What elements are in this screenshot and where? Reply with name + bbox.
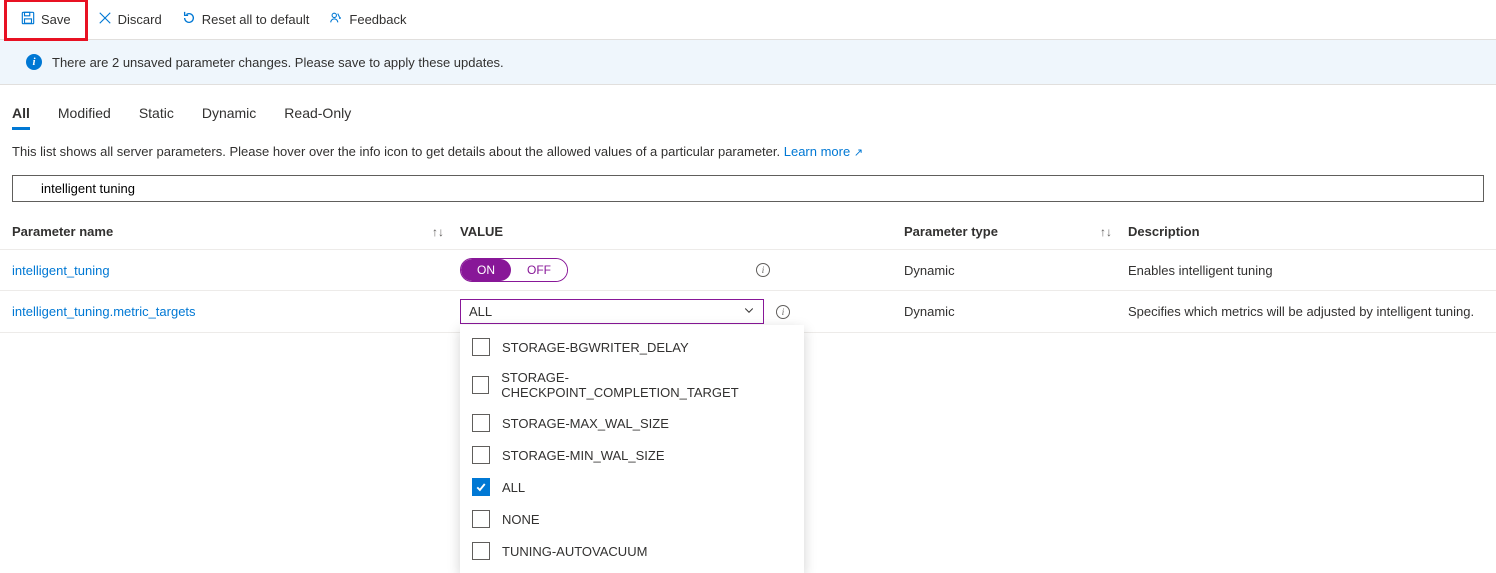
dropdown-option[interactable]: STORAGE-MIN_WAL_SIZE (460, 439, 804, 471)
header-value-label: VALUE (460, 224, 503, 239)
dropdown-option-label: STORAGE-MAX_WAL_SIZE (502, 416, 669, 431)
subtext-body: This list shows all server parameters. P… (12, 144, 784, 159)
dropdown-option[interactable]: ALL (460, 471, 804, 503)
param-type: Dynamic (904, 263, 1128, 278)
save-button[interactable]: Save (11, 4, 81, 36)
tab-all[interactable]: All (12, 105, 30, 130)
tab-dynamic[interactable]: Dynamic (202, 105, 256, 130)
grid-header-row: Parameter name ↑↓ VALUE Parameter type ↑… (0, 214, 1496, 250)
header-name-label: Parameter name (12, 224, 113, 239)
param-name-link[interactable]: intelligent_tuning (12, 263, 110, 278)
dropdown-field[interactable]: ALL (460, 299, 764, 324)
discard-button[interactable]: Discard (88, 4, 172, 36)
dropdown-option[interactable]: TUNING-AUTOVACUUM (460, 535, 804, 567)
command-bar: Save Discard Reset all to default Feedba… (0, 0, 1496, 40)
dropdown-option-label: STORAGE-BGWRITER_DELAY (502, 340, 689, 355)
header-type-label: Parameter type (904, 224, 998, 239)
dropdown-option-label: STORAGE-MIN_WAL_SIZE (502, 448, 665, 463)
checkbox[interactable] (472, 414, 490, 432)
sort-icon: ↑↓ (432, 225, 444, 239)
checkbox[interactable] (472, 542, 490, 560)
filter-tabs: All Modified Static Dynamic Read-Only (0, 85, 1496, 130)
param-type: Dynamic (904, 304, 1128, 319)
checkbox[interactable] (472, 376, 489, 394)
toggle-off: OFF (511, 259, 567, 281)
banner-text: There are 2 unsaved parameter changes. P… (52, 55, 504, 70)
search-input[interactable] (12, 175, 1484, 202)
tab-modified[interactable]: Modified (58, 105, 111, 130)
header-parameter-name[interactable]: Parameter name ↑↓ (12, 224, 460, 239)
metric-targets-dropdown[interactable]: ALL STORAGE-BGWRITER_DELAYSTORAGE-CHECKP… (460, 299, 764, 324)
checkbox[interactable] (472, 338, 490, 356)
param-desc: Enables intelligent tuning (1128, 263, 1484, 278)
unsaved-changes-banner: i There are 2 unsaved parameter changes.… (0, 40, 1496, 85)
feedback-icon (329, 11, 343, 28)
info-icon[interactable]: i (756, 263, 770, 277)
discard-label: Discard (118, 12, 162, 27)
dropdown-option-label: ALL (502, 480, 525, 495)
header-parameter-type[interactable]: Parameter type ↑↓ (904, 224, 1128, 239)
on-off-toggle[interactable]: ON OFF (460, 258, 568, 282)
tab-static[interactable]: Static (139, 105, 174, 130)
reset-icon (182, 11, 196, 28)
checkbox[interactable] (472, 510, 490, 528)
tab-readonly[interactable]: Read-Only (284, 105, 351, 130)
sort-icon: ↑↓ (1100, 225, 1112, 239)
info-icon[interactable]: i (776, 305, 790, 319)
checkbox[interactable] (472, 478, 490, 496)
save-icon (21, 11, 35, 28)
dropdown-menu: STORAGE-BGWRITER_DELAY STORAGE-CHECKPOINT… (460, 325, 804, 573)
dropdown-option[interactable]: STORAGE-BGWRITER_DELAY (460, 331, 804, 363)
feedback-label: Feedback (349, 12, 406, 27)
table-row: intelligent_tuning.metric_targets ALL ST… (0, 291, 1496, 333)
dropdown-option-label: TUNING-AUTOVACUUM (502, 544, 647, 559)
save-label: Save (41, 12, 71, 27)
dropdown-option[interactable]: NONE (460, 503, 804, 535)
toggle-on: ON (461, 259, 511, 281)
param-desc: Specifies which metrics will be adjusted… (1128, 304, 1484, 319)
search-container (12, 175, 1484, 202)
discard-icon (98, 11, 112, 28)
dropdown-option-label: NONE (502, 512, 540, 527)
info-icon: i (26, 54, 42, 70)
learn-more-link[interactable]: Learn more ↗ (784, 144, 863, 159)
reset-label: Reset all to default (202, 12, 310, 27)
header-desc-label: Description (1128, 224, 1200, 239)
param-name-link[interactable]: intelligent_tuning.metric_targets (12, 304, 196, 319)
parameter-grid: Parameter name ↑↓ VALUE Parameter type ↑… (0, 214, 1496, 333)
dropdown-option-label: STORAGE-CHECKPOINT_COMPLETION_TARGET (501, 370, 792, 400)
dropdown-option[interactable]: STORAGE-MAX_WAL_SIZE (460, 407, 804, 439)
header-description: Description (1128, 224, 1484, 239)
save-highlight-box: Save (4, 0, 88, 41)
checkbox[interactable] (472, 446, 490, 464)
dropdown-selected: ALL (469, 304, 492, 319)
header-value: VALUE (460, 224, 904, 239)
feedback-button[interactable]: Feedback (319, 4, 416, 36)
learn-more-label: Learn more (784, 144, 850, 159)
chevron-down-icon (743, 304, 755, 319)
table-row: intelligent_tuning ON OFF i Dynamic Enab… (0, 250, 1496, 291)
description-text: This list shows all server parameters. P… (0, 130, 1496, 175)
dropdown-option[interactable]: STORAGE-CHECKPOINT_COMPLETION_TARGET (460, 363, 804, 407)
reset-button[interactable]: Reset all to default (172, 4, 320, 36)
external-link-icon: ↗ (854, 147, 863, 159)
